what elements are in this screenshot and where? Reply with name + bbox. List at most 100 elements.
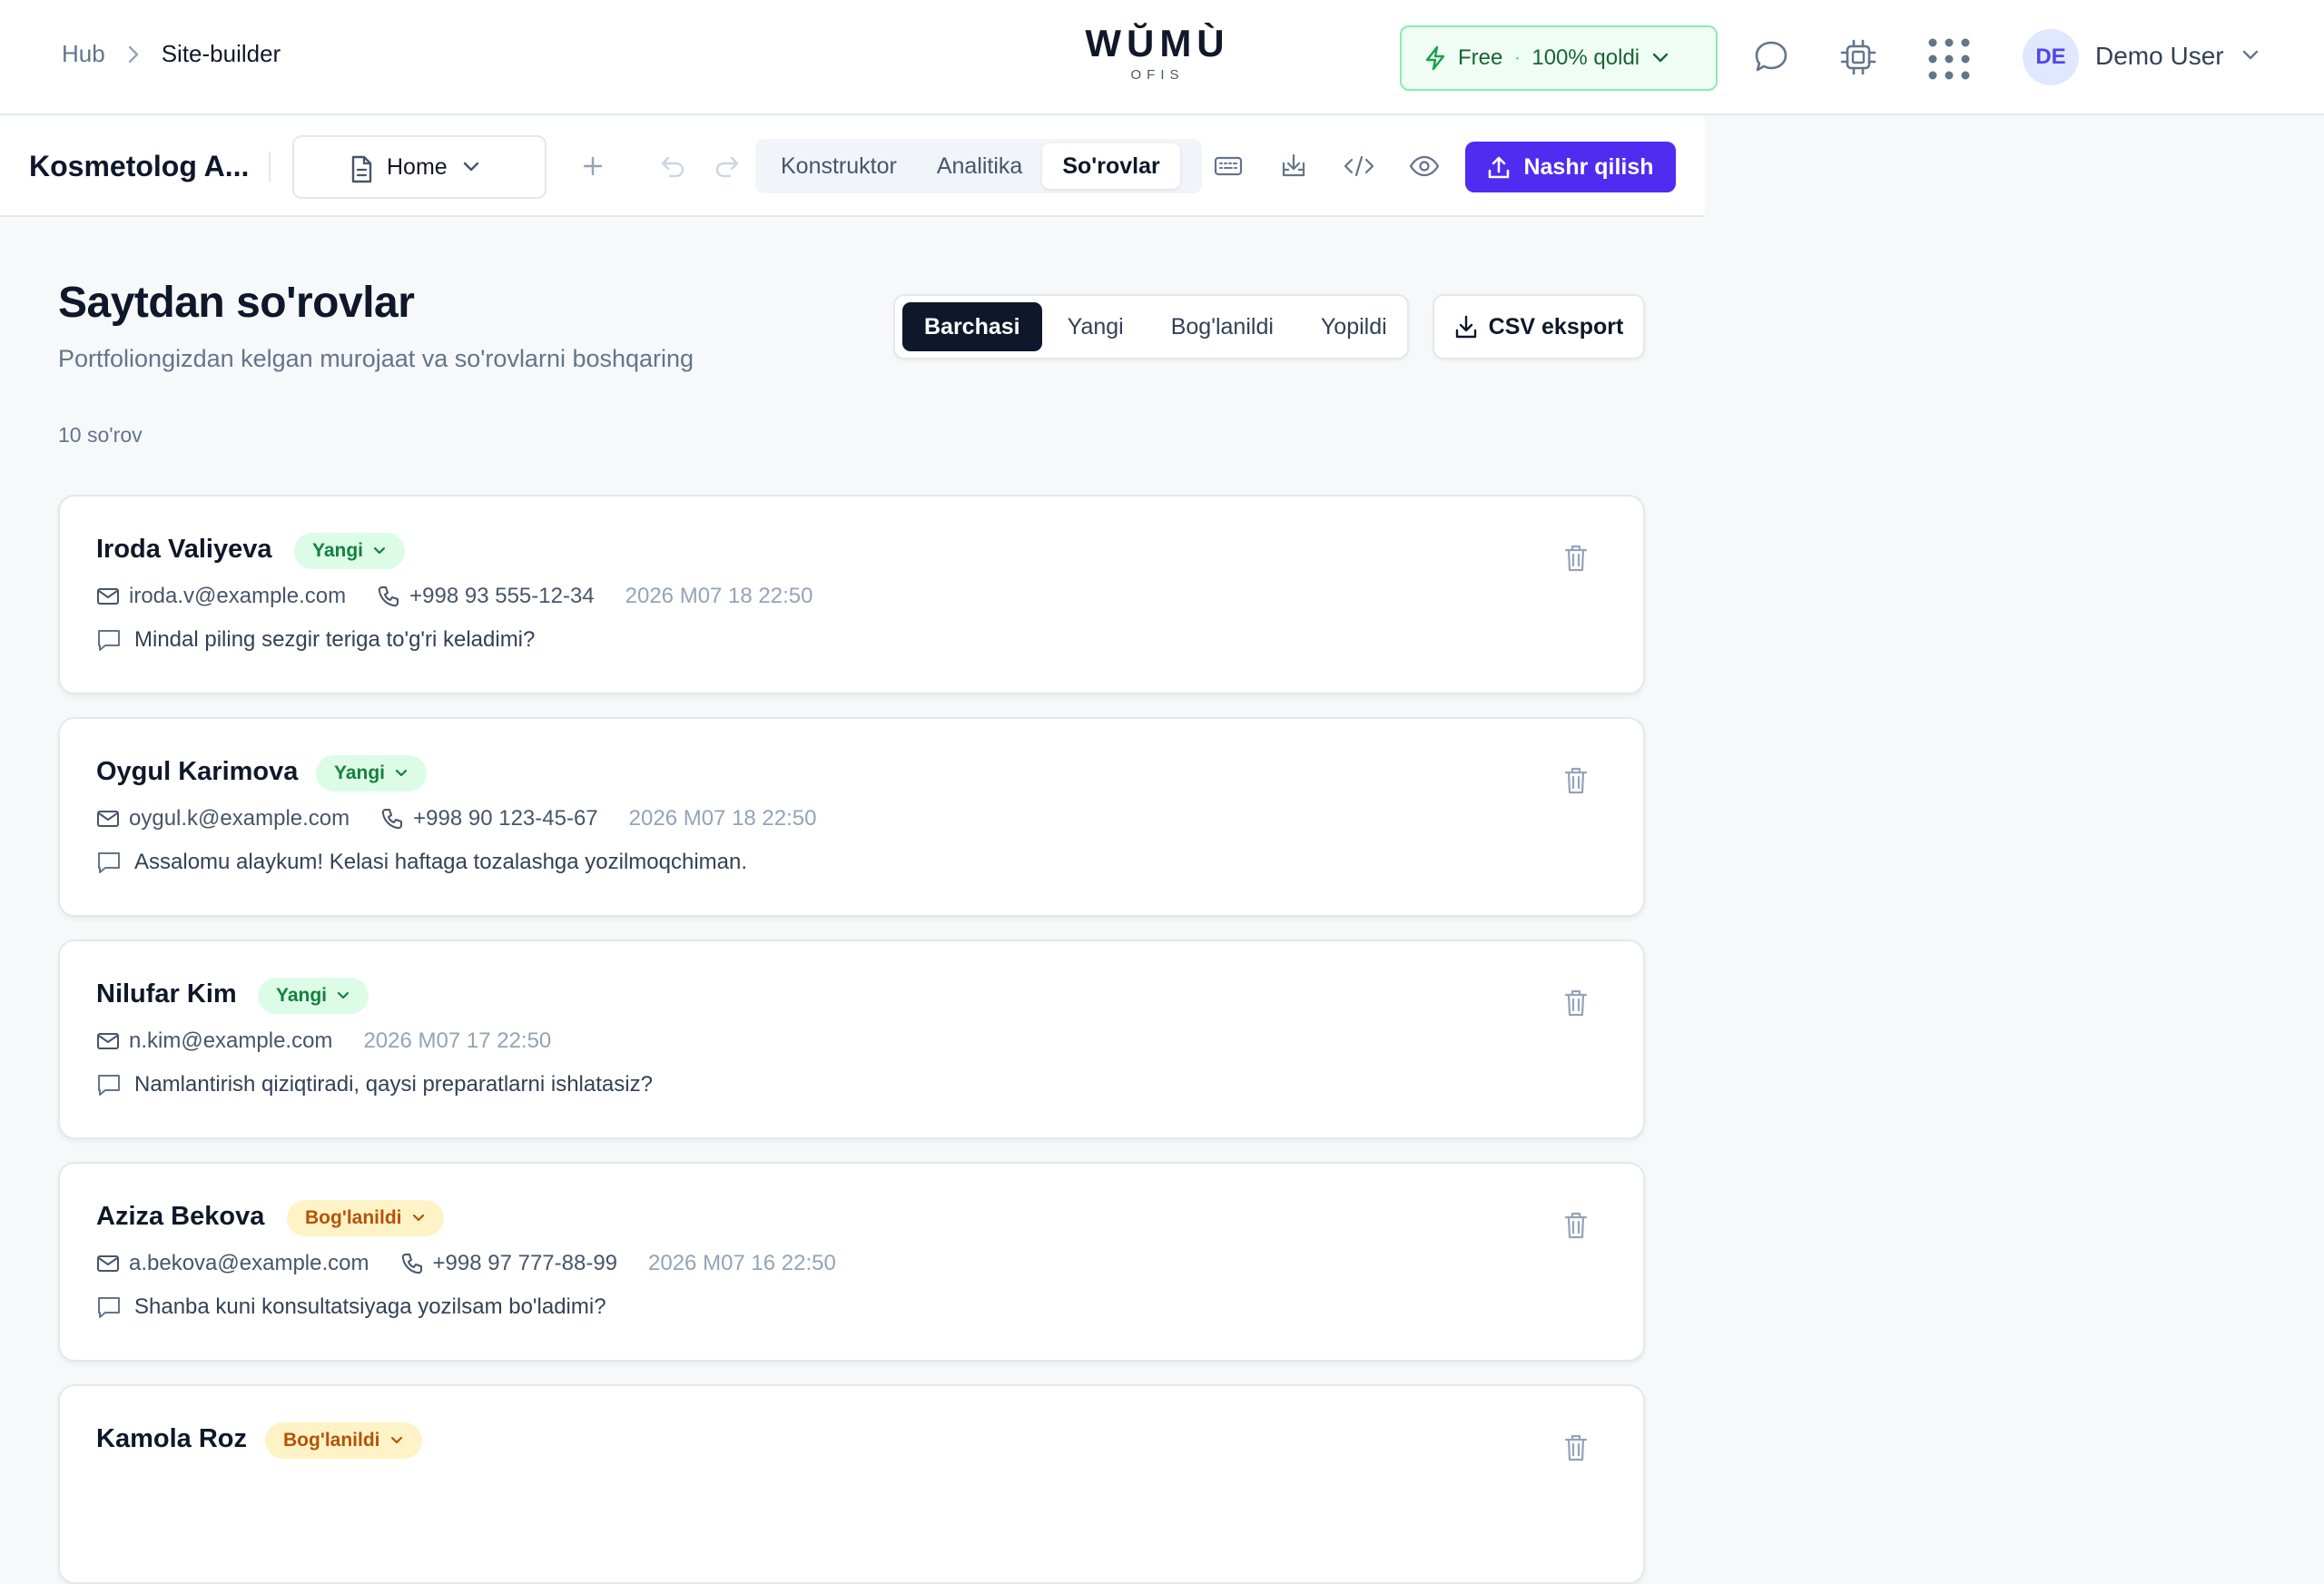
redo-icon[interactable] [706,145,748,187]
filter-closed[interactable]: Yopildi [1299,302,1409,351]
publish-label: Nashr qilish [1523,153,1654,180]
status-badge[interactable]: Yangi [294,533,406,569]
apps-grid-icon[interactable] [1926,36,1972,82]
page-subtitle: Portfoliongizdan kelgan murojaat va so'r… [58,345,694,372]
download-tray-icon[interactable] [1273,145,1315,187]
tab-analitika[interactable]: Analitika [917,143,1043,189]
tab-sorovlar[interactable]: So'rovlar [1042,143,1180,189]
chevron-right-icon [127,44,140,64]
request-meta: a.bekova@example.com +998 97 777-88-99 2… [96,1251,836,1276]
cpu-chip-icon[interactable] [1836,34,1881,80]
mail-icon [96,1254,120,1273]
page-select[interactable]: Home [292,135,547,199]
divider [269,152,271,182]
status-badge[interactable]: Yangi [316,755,428,792]
chevron-down-icon [372,546,387,556]
csv-export-label: CSV eksport [1488,313,1624,339]
phone-icon [400,1252,424,1275]
request-message-text: Shanba kuni konsultatsiyaga yozilsam bo'… [134,1294,606,1319]
filter-new[interactable]: Yangi [1046,302,1146,351]
chevron-down-icon [1650,52,1670,64]
top-bar: Hub Site-builder WŬMÙ OFIS Free · 100% q… [0,0,2324,115]
request-name: Kamola Roz [96,1424,247,1453]
filter-all[interactable]: Barchasi [902,302,1042,351]
mail-icon [96,810,120,828]
trash-icon[interactable] [1563,1433,1589,1462]
status-badge[interactable]: Yangi [258,978,369,1014]
avatar[interactable]: DE [2023,29,2079,85]
status-badge[interactable]: Bog'lanildi [265,1422,422,1459]
request-name: Iroda Valiyeva [96,535,272,564]
status-badge[interactable]: Bog'lanildi [287,1200,444,1236]
request-email[interactable]: iroda.v@example.com [129,584,346,609]
request-phone[interactable]: +998 93 555-12-34 [409,584,595,609]
message-icon [96,851,122,874]
plan-tier: Free [1458,45,1503,70]
request-date: 2026 M07 18 22:50 [625,584,813,608]
trash-icon[interactable] [1563,766,1589,795]
phone-icon [377,585,400,608]
request-name: Nilufar Kim [96,979,237,1008]
request-meta: iroda.v@example.com +998 93 555-12-34 20… [96,584,812,609]
view-switcher: Konstruktor Analitika So'rovlar [755,139,1202,193]
request-card[interactable]: Oygul Karimova Yangi oygul.k@example.com… [58,717,1645,917]
request-email[interactable]: n.kim@example.com [129,1028,332,1054]
status-filter: Barchasi Yangi Bog'lanildi Yopildi [893,294,1409,359]
bolt-icon [1423,45,1447,71]
user-name[interactable]: Demo User [2095,42,2224,71]
keyboard-icon[interactable] [1207,145,1249,187]
breadcrumb-current: Site-builder [161,40,281,67]
request-email[interactable]: oygul.k@example.com [129,806,350,831]
request-date: 2026 M07 17 22:50 [363,1028,552,1053]
undo-icon[interactable] [652,145,694,187]
app-logo[interactable]: WŬMÙ OFIS [1071,22,1244,83]
status-label: Bog'lanildi [305,1207,402,1228]
request-card[interactable]: Aziza Bekova Bog'lanildi a.bekova@exampl… [58,1162,1645,1362]
chevron-down-icon[interactable] [2240,45,2260,65]
request-phone[interactable]: +998 90 123-45-67 [413,806,598,831]
eye-icon[interactable] [1403,145,1445,187]
request-message: Assalomu alaykum! Kelasi haftaga tozalas… [96,850,747,875]
page-title: Saytdan so'rovlar [58,279,415,327]
chevron-down-icon [411,1213,426,1224]
plan-separator: · [1513,45,1521,70]
request-count: 10 so'rov [58,423,143,447]
request-message-text: Mindal piling sezgir teriga to'g'ri kela… [134,627,536,652]
mail-icon [96,1032,120,1050]
logo-sub: OFIS [1130,67,1185,83]
csv-export-button[interactable]: CSV eksport [1433,294,1645,359]
request-message: Namlantirish qiziqtiradi, qaysi preparat… [96,1072,653,1097]
trash-icon[interactable] [1563,1211,1589,1240]
status-label: Bog'lanildi [283,1430,380,1451]
code-icon[interactable] [1338,145,1380,187]
message-icon [96,628,122,652]
document-icon [349,155,374,184]
plus-icon[interactable] [572,145,614,187]
status-label: Yangi [334,762,386,783]
publish-button[interactable]: Nashr qilish [1465,142,1676,192]
upload-icon [1487,154,1511,180]
site-name[interactable]: Kosmetolog A... [29,150,249,183]
download-icon [1454,314,1478,339]
chat-bubble-icon[interactable] [1748,34,1794,80]
trash-icon[interactable] [1563,989,1589,1018]
filter-contacted[interactable]: Bog'lanildi [1149,302,1295,351]
request-card[interactable]: Iroda Valiyeva Yangi iroda.v@example.com… [58,495,1645,694]
mail-icon [96,587,120,605]
message-icon [96,1073,122,1097]
breadcrumb-hub[interactable]: Hub [62,40,105,68]
trash-icon[interactable] [1563,544,1589,573]
request-message-text: Namlantirish qiziqtiradi, qaysi preparat… [134,1072,653,1097]
request-message-text: Assalomu alaykum! Kelasi haftaga tozalas… [134,850,748,874]
request-email[interactable]: a.bekova@example.com [129,1251,369,1276]
status-label: Yangi [276,985,328,1006]
logo-mark: WŬMÙ [1085,22,1230,64]
request-phone[interactable]: +998 97 777-88-99 [433,1251,618,1276]
plan-badge[interactable]: Free · 100% qoldi [1400,25,1718,91]
request-card[interactable]: Nilufar Kim Yangi n.kim@example.com 2026… [58,940,1645,1139]
request-card[interactable]: Kamola Roz Bog'lanildi [58,1384,1645,1584]
request-meta: n.kim@example.com 2026 M07 17 22:50 [96,1028,551,1054]
tab-konstruktor[interactable]: Konstruktor [761,143,917,189]
request-message: Mindal piling sezgir teriga to'g'ri kela… [96,627,535,653]
chevron-down-icon [389,1435,404,1446]
